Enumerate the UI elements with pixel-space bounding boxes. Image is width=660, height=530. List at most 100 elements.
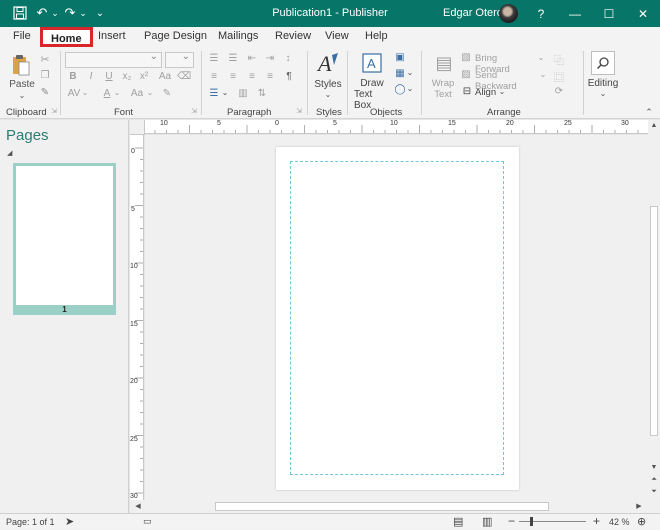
avatar[interactable] — [499, 4, 518, 23]
publication-page[interactable] — [276, 147, 519, 490]
editing-button[interactable]: Editing — [584, 78, 622, 89]
vertical-scrollbar[interactable]: ▲ ▼ ⏶ ⏷ — [648, 120, 660, 500]
char-spacing-dropdown-icon[interactable]: ⌄ — [81, 88, 89, 97]
table-dropdown-icon[interactable]: ⌄ — [406, 68, 414, 77]
shapes-dropdown-icon[interactable]: ⌄ — [406, 84, 414, 93]
two-page-view-icon[interactable]: ▥ — [482, 515, 492, 528]
collapse-pages-icon[interactable]: ◢ — [7, 149, 12, 157]
bring-forward-icon[interactable]: ▧ — [460, 52, 472, 63]
copy-icon[interactable]: ❐ — [38, 70, 52, 81]
pictures-icon[interactable]: ▣ — [393, 52, 407, 63]
styles-icon[interactable]: A — [316, 51, 340, 77]
undo-dropdown-icon[interactable]: ⌄ — [47, 5, 63, 21]
next-page-icon[interactable]: ⏷ — [649, 488, 659, 496]
clipboard-launcher-icon[interactable]: ⇲ — [50, 107, 58, 115]
align-center-icon[interactable]: ≡ — [226, 71, 240, 82]
page-indicator[interactable]: Page: 1 of 1 — [6, 517, 55, 527]
search-icon[interactable] — [591, 51, 615, 75]
styles-dropdown-icon[interactable]: ⌄ — [324, 90, 332, 99]
wrap-text-label[interactable]: Text — [429, 89, 457, 100]
help-button[interactable]: ? — [524, 0, 558, 27]
align-icon[interactable]: ⊟ — [461, 86, 473, 97]
paste-dropdown-icon[interactable]: ⌄ — [17, 91, 27, 100]
paragraph-spacing-icon[interactable]: ☰ — [207, 88, 221, 99]
zoom-level[interactable]: 42 % — [609, 517, 630, 527]
tab-page-design[interactable]: Page Design — [144, 30, 207, 42]
vertical-ruler[interactable]: 0 5 10 15 20 25 30 — [130, 134, 144, 500]
horizontal-ruler[interactable]: 10 5 0 5 10 15 20 25 30 — [130, 120, 648, 134]
tab-help[interactable]: Help — [365, 30, 388, 42]
fit-page-icon[interactable]: ⊕ — [637, 515, 646, 528]
underline-button[interactable]: U — [103, 71, 115, 82]
show-paragraph-marks-button[interactable]: ¶ — [283, 71, 295, 82]
send-backward-dropdown-icon[interactable]: ⌄ — [539, 70, 547, 79]
decrease-indent-icon[interactable]: ⇤ — [245, 53, 259, 64]
clear-formatting-icon[interactable]: ⌫ — [177, 71, 191, 82]
bold-button[interactable]: B — [67, 71, 79, 82]
subscript-button[interactable]: x₂ — [120, 71, 134, 82]
superscript-button[interactable]: x² — [137, 71, 151, 82]
font-color-button[interactable]: A — [101, 88, 113, 99]
wrap-text-icon[interactable]: ▤ — [432, 53, 456, 74]
shapes-icon[interactable]: ◯ — [393, 84, 407, 95]
font-name-combo[interactable] — [65, 51, 162, 68]
text-direction-icon[interactable]: ⇅ — [255, 88, 269, 99]
bullets-icon[interactable]: ☰ — [207, 53, 221, 64]
paragraph-spacing-dropdown-icon[interactable]: ⌄ — [221, 88, 229, 97]
save-icon[interactable] — [12, 5, 28, 21]
page-thumbnail[interactable] — [13, 163, 116, 315]
justify-icon[interactable]: ≡ — [263, 71, 277, 82]
horizontal-scrollbar[interactable]: ◀ ▶ — [130, 500, 660, 513]
font-size-combo[interactable] — [165, 51, 194, 68]
draw-text-box-icon[interactable]: A — [361, 53, 383, 73]
zoom-out-button[interactable]: − — [508, 514, 515, 528]
tab-file[interactable]: File — [13, 30, 31, 42]
draw-text-box-button[interactable]: Draw — [354, 78, 390, 89]
font-color-dropdown-icon[interactable]: ⌄ — [113, 88, 121, 97]
paste-icon[interactable] — [10, 53, 32, 77]
numbering-icon[interactable]: ☰ — [226, 53, 240, 64]
customize-toolbar-icon[interactable]: ⌄ — [92, 5, 108, 21]
workspace[interactable] — [145, 135, 648, 500]
font-launcher-icon[interactable]: ⇲ — [190, 107, 198, 115]
text-effects-icon[interactable]: ✎ — [160, 88, 174, 99]
tab-review[interactable]: Review — [275, 30, 311, 42]
horizontal-scroll-thumb[interactable] — [215, 502, 549, 511]
previous-page-icon[interactable]: ⏶ — [649, 476, 659, 484]
format-painter-icon[interactable]: ✎ — [38, 87, 52, 98]
send-backward-icon[interactable]: ▨ — [460, 69, 472, 80]
change-case-button[interactable]: Aa — [128, 88, 146, 99]
italic-button[interactable]: I — [85, 71, 97, 82]
cut-icon[interactable]: ✂ — [38, 53, 52, 66]
collapse-ribbon-icon[interactable]: ⌃ — [644, 107, 654, 118]
change-case-dropdown-icon[interactable]: ⌄ — [146, 88, 154, 97]
line-spacing-icon[interactable]: ↕ — [281, 53, 295, 64]
tab-mailings[interactable]: Mailings — [218, 30, 258, 42]
align-left-icon[interactable]: ≡ — [207, 71, 221, 82]
styles-button[interactable]: Styles — [313, 79, 343, 90]
rotate-icon[interactable]: ⟳ — [553, 86, 565, 97]
ungroup-objects-icon[interactable]: ⿴ — [553, 69, 565, 84]
table-icon[interactable]: ▦ — [393, 68, 407, 79]
restore-button[interactable]: ☐ — [592, 0, 626, 27]
zoom-in-button[interactable]: + — [593, 514, 600, 528]
close-button[interactable]: ✕ — [626, 0, 660, 27]
grow-font-button[interactable]: Aa — [157, 71, 173, 82]
minimize-button[interactable]: — — [558, 0, 592, 27]
bring-forward-dropdown-icon[interactable]: ⌄ — [537, 53, 545, 62]
zoom-slider-thumb[interactable] — [530, 517, 533, 526]
char-spacing-button[interactable]: AV — [66, 88, 82, 99]
tab-insert[interactable]: Insert — [98, 30, 126, 42]
user-name[interactable]: Edgar Otero — [443, 7, 503, 19]
object-position-icon[interactable]: ▭ — [143, 516, 152, 527]
align-dropdown-icon[interactable]: ⌄ — [498, 87, 506, 96]
paragraph-launcher-icon[interactable]: ⇲ — [295, 107, 303, 115]
vertical-scroll-thumb[interactable] — [650, 206, 658, 436]
scroll-up-icon[interactable]: ▲ — [649, 122, 659, 129]
paste-button[interactable]: Paste — [9, 79, 35, 90]
single-page-view-icon[interactable]: ▤ — [453, 515, 463, 528]
scroll-left-icon[interactable]: ◀ — [133, 502, 143, 510]
wrap-text-button[interactable]: Wrap — [429, 78, 457, 89]
redo-dropdown-icon[interactable]: ⌄ — [75, 5, 91, 21]
scroll-down-icon[interactable]: ▼ — [649, 464, 659, 471]
